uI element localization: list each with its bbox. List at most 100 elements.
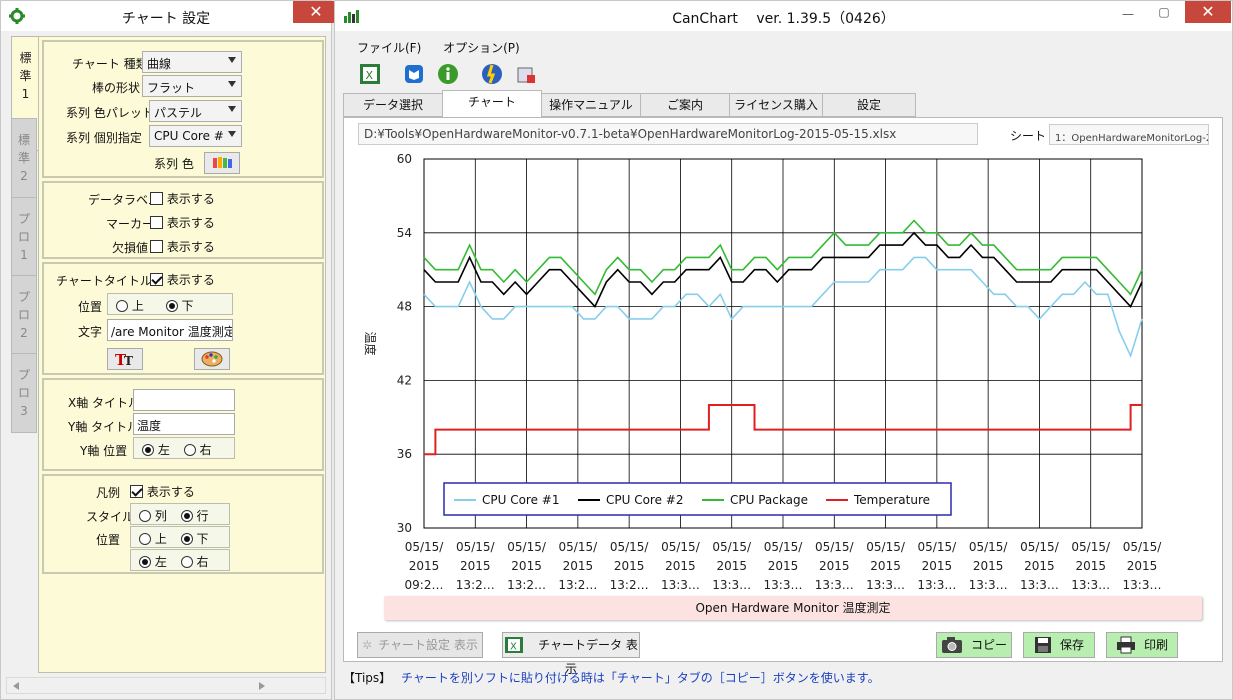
chart-type-group: チャート 種類 曲線 棒の形状 フラット 系列 色パレット パステル 系列 個別… [42,40,324,178]
radio-right[interactable]: 右 [180,555,209,569]
x-tick-label: 2015 [1075,559,1106,573]
excel-icon[interactable]: X [359,63,381,85]
chart-title-checkbox[interactable]: 表示する [150,271,215,288]
settings-close-button[interactable]: ✕ [293,1,339,23]
file-path-box: D:¥Tools¥OpenHardwareMonitor-v0.7.1-beta… [358,123,978,145]
tab-guide[interactable]: ご案内 [640,93,730,117]
x-tick-label: 2015 [870,559,901,573]
checkbox-text: 表示する [166,273,215,287]
font-button[interactable]: TT [107,348,143,370]
series-select[interactable]: CPU Core # [149,125,242,147]
chart-area[interactable]: 30 36 42 48 54 60 05/15/2015 09:2… 05/15/2015 13:… [344,148,1222,593]
palette-select[interactable]: パステル [149,100,242,122]
chart-data-toggle-button[interactable]: X チャートデータ 表示 [502,632,640,676]
legend-style-radio-group: 列 行 [130,503,230,525]
title-position-radio-group: 上 下 [107,293,233,315]
y-tick-label: 48 [397,300,412,314]
marker-checkbox[interactable]: 表示する [150,214,215,231]
legend-position-label: 位置 [96,533,121,547]
datalabel-checkbox[interactable]: 表示する [150,190,215,207]
scroll-right-icon[interactable] [257,681,267,691]
color-bars-icon [213,157,232,168]
radio-left[interactable]: 左 [139,555,167,569]
x-tick-label: 2015 [460,559,491,573]
x-tick-label: 2015 [409,559,440,573]
tips-prefix: 【Tips】 [343,671,392,685]
button-label: 印刷 [1143,638,1168,652]
radio-bottom[interactable]: 下 [165,299,194,313]
radio-dot [165,300,178,312]
minimize-button[interactable]: — [1113,7,1143,21]
x-tick-label: 2015 [1024,559,1055,573]
radio-row[interactable]: 行 [180,509,209,523]
x-tick-label: 2015 [922,559,953,573]
missing-checkbox[interactable]: 表示する [150,238,215,255]
x-tick-label: 2015 [665,559,696,573]
radio-right[interactable]: 右 [183,443,212,457]
radio-bottom[interactable]: 下 [180,532,209,546]
radio-text: 右 [196,555,209,569]
tab-label: 標 準 1 [19,51,32,101]
series-value: CPU Core # [154,129,224,143]
legend-label: CPU Package [730,493,808,507]
legend-label: 凡例 [96,486,121,500]
chart-title-caption: Open Hardware Monitor 温度測定 [384,596,1202,620]
title-text-input[interactable]: /are Monitor 温度測定 [107,319,233,341]
menu-option[interactable]: オプション(P) [443,41,520,55]
x-tick-label: 2015 [614,559,645,573]
maximize-button[interactable]: ▢ [1149,5,1179,19]
print-button[interactable]: 印刷 [1106,632,1178,658]
legend-group: 凡例 表示する スタイル 列 行 位置 上 下 左 右 [42,474,324,574]
bar-shape-select[interactable]: フラット [142,75,242,97]
scroll-left-icon[interactable] [11,681,21,691]
legend-checkbox[interactable]: 表示する [130,483,195,500]
button-label: チャート設定 表示 [378,638,478,652]
menu-file[interactable]: ファイル(F) [357,41,421,55]
radio-top[interactable]: 上 [139,532,167,546]
gear-icon: ✲ [362,638,373,652]
web-update-icon[interactable] [481,63,503,85]
x-tick-label: 13:3… [815,578,854,592]
series-color-button[interactable] [204,152,240,174]
y-tick-label: 30 [397,521,412,535]
radio-text: 下 [181,299,194,313]
tab-pro-3[interactable]: プ ロ 3 [11,353,37,433]
tab-settings[interactable]: 設定 [822,93,916,117]
radio-column[interactable]: 列 [139,509,167,523]
info-icon[interactable] [437,63,459,85]
save-button[interactable]: 保存 [1023,632,1095,658]
tab-data-select[interactable]: データ選択 [343,93,443,117]
paint-palette-icon [201,351,223,367]
y-axis-position-label: Y軸 位置 [80,444,128,458]
x-axis-title-input[interactable] [133,389,235,411]
legend-label: CPU Core #2 [606,493,684,507]
tips-text: チャートを別ソフトに貼り付ける時は「チャート」タブの［コピー］ボタンを使います。 [401,671,880,685]
x-tick-label: 13:3… [917,578,956,592]
tab-manual[interactable]: 操作マニュアル [541,93,641,117]
missing-label: 欠損値 [112,241,149,255]
copy-button[interactable]: コピー [936,632,1012,658]
book-icon[interactable] [403,63,425,85]
radio-left[interactable]: 左 [142,443,170,457]
main-titlebar: CanChart ver. 1.39.5（0426） — ▢ ✕ [335,1,1232,31]
exit-icon[interactable] [515,63,537,85]
y-tick-label: 36 [397,447,412,461]
main-close-button[interactable]: ✕ [1185,1,1231,23]
x-tick-label: 13:3… [1071,578,1110,592]
radio-top[interactable]: 上 [116,299,144,313]
radio-text: 右 [199,443,212,457]
tab-license[interactable]: ライセンス購入 [729,93,823,117]
bar-shape-label: 棒の形状 [92,81,141,95]
tab-chart[interactable]: チャート [442,90,542,118]
radio-text: 上 [154,532,167,546]
y-axis-title-input[interactable]: 温度 [133,413,235,435]
chart-setting-toggle-button[interactable]: ✲ チャート設定 表示 [357,632,483,658]
printer-icon [1116,636,1135,654]
x-tick-label: 05/15/ [1071,540,1111,554]
horizontal-scrollbar[interactable] [6,677,326,694]
excel-icon: X [505,637,524,653]
chart-type-select[interactable]: 曲線 [142,51,242,73]
tab-label: 標 準 2 [17,133,30,183]
legend-style-label: スタイル [86,510,135,524]
palette-button[interactable] [194,348,230,370]
